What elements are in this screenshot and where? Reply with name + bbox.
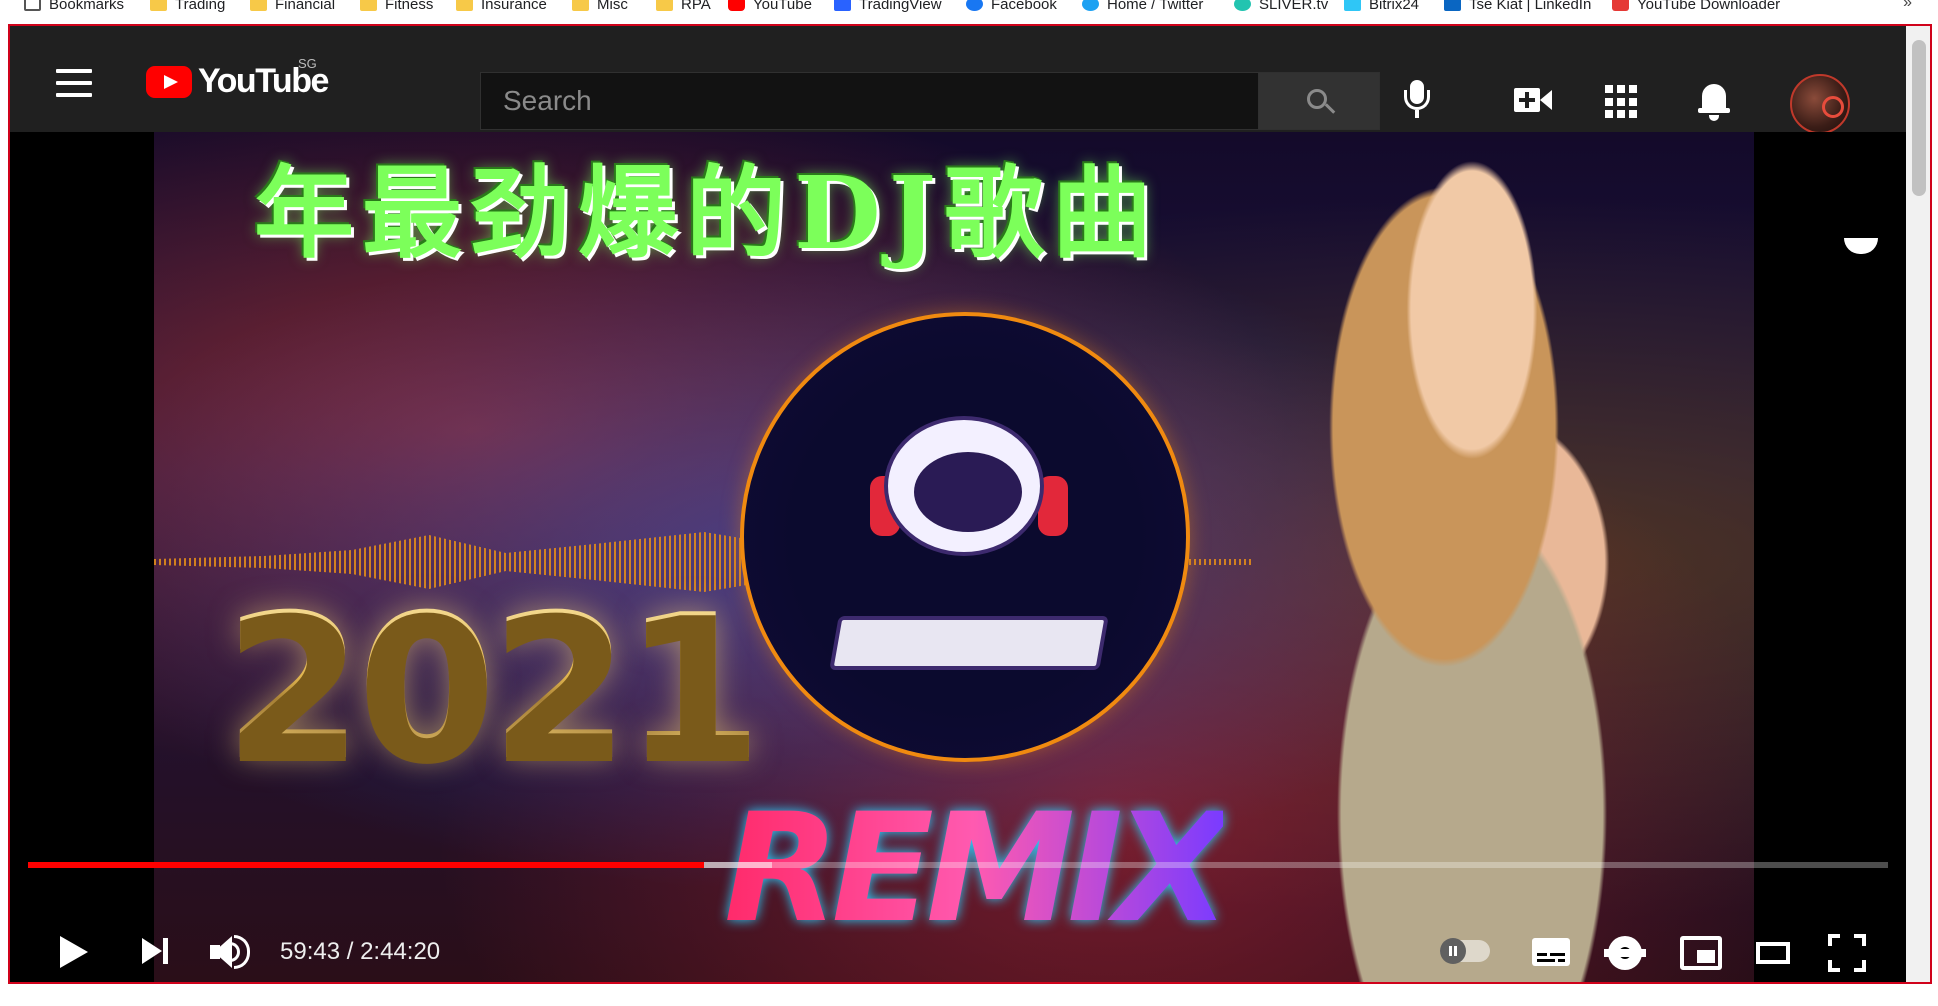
video-frame: 年最劲爆的DJ歌曲 2021 REMIX [154,132,1754,982]
info-icon[interactable] [1844,238,1878,254]
bookmark-label: Financial [275,0,336,13]
tradingview-icon [834,0,851,11]
avatar[interactable] [1790,74,1850,134]
bookmark-label: TradingView [859,0,942,13]
bookmark-trading[interactable]: Trading [150,0,225,14]
astronaut-dj-logo [740,312,1190,762]
turntable-deck [829,616,1109,670]
bookmarks-icon [24,0,41,11]
region-label: SG [298,56,317,71]
bookmark-fitness[interactable]: Fitness [360,0,433,14]
search-icon [1307,89,1327,109]
video-player[interactable]: 年最劲爆的DJ歌曲 2021 REMIX 59:43 / 2:44:20 [10,132,1906,982]
bookmark-bookmarks[interactable]: Bookmarks [24,0,124,14]
youtube-play-icon [146,65,192,98]
hamburger-menu-icon[interactable] [56,69,92,97]
bookmark-label: YouTube Downloader [1637,0,1781,13]
bookmark-bitrix[interactable]: Bitrix24 [1344,0,1419,14]
apps-grid-icon[interactable] [1600,80,1644,124]
bookmark-label: Misc [597,0,628,13]
time-separator: / [340,938,361,965]
folder-icon [572,0,589,11]
bookmark-label: RPA [681,0,711,13]
pause-icon [1440,938,1466,964]
progress-played [28,862,705,868]
bookmark-label: Fitness [385,0,434,13]
miniplayer-icon[interactable] [1680,936,1722,970]
bookmark-label: Home / Twitter [1107,0,1204,13]
search-box [480,72,1258,130]
search-button[interactable] [1258,72,1380,130]
bookmark-rpa[interactable]: RPA [656,0,711,14]
sliver-icon [1234,0,1251,11]
current-time: 59:43 [280,938,341,965]
bookmark-twitter[interactable]: Home / Twitter [1082,0,1203,14]
page-scrollbar[interactable] [1906,26,1930,982]
bookmark-label: SLIVER.tv [1259,0,1329,13]
bookmark-linkedin[interactable]: Tse Kiat | LinkedIn [1444,0,1591,14]
settings-gear-icon[interactable] [1604,936,1646,970]
folder-icon [360,0,377,11]
bookmark-label: Bitrix24 [1369,0,1420,13]
notifications-bell-icon[interactable] [1692,80,1736,124]
bookmarks-overflow-button[interactable]: » [1903,0,1912,12]
folder-icon [150,0,167,11]
download-icon [1612,0,1629,11]
bookmark-tradingview[interactable]: TradingView [834,0,942,14]
folder-icon [656,0,673,11]
bookmark-sliver[interactable]: SLIVER.tv [1234,0,1328,14]
year-overlay: 2021 [224,572,763,805]
bitrix-icon [1344,0,1361,11]
bookmark-misc[interactable]: Misc [572,0,628,14]
duration: 2:44:20 [360,938,441,965]
create-video-icon[interactable] [1510,80,1554,124]
youtube-icon [728,0,745,11]
bookmark-label: Trading [175,0,226,13]
youtube-header: YouTube SG [10,26,1906,134]
bookmark-label: Tse Kiat | LinkedIn [1469,0,1592,13]
remix-overlay: REMIX [724,782,1231,956]
dj-woman-figure [1164,132,1724,982]
bookmark-insurance[interactable]: Insurance [456,0,547,14]
folder-icon [250,0,267,11]
video-title-overlay: 年最劲爆的DJ歌曲 [254,154,1161,272]
progress-buffered [704,862,772,868]
time-display: 59:43 / 2:44:20 [280,938,440,966]
bookmark-facebook[interactable]: Facebook [966,0,1057,14]
twitter-icon [1082,0,1099,11]
bookmark-label: Facebook [991,0,1057,13]
youtube-logo[interactable]: YouTube SG [146,56,329,101]
astronaut-helmet [884,416,1044,556]
autoplay-toggle[interactable] [1440,938,1490,964]
facebook-icon [966,0,983,11]
linkedin-icon [1444,0,1461,11]
browser-viewport: YouTube SG 年最劲爆的DJ歌曲 2021 [8,24,1932,984]
bookmark-youtube[interactable]: YouTube [728,0,812,14]
fullscreen-icon[interactable] [1828,934,1866,972]
bookmarks-bar: Bookmarks Trading Financial Fitness Insu… [0,0,1938,20]
theater-mode-icon[interactable] [1756,942,1790,964]
bookmark-label: YouTube [753,0,812,13]
play-icon[interactable] [60,936,88,968]
subtitles-icon[interactable] [1532,938,1570,966]
bookmark-youtube-downloader[interactable]: YouTube Downloader [1612,0,1780,14]
progress-bar[interactable] [28,862,1888,868]
microphone-icon[interactable] [1395,80,1439,124]
folder-icon [456,0,473,11]
search-input[interactable] [481,73,1258,129]
scrollbar-thumb[interactable] [1912,40,1926,196]
bookmark-financial[interactable]: Financial [250,0,335,14]
bookmark-label: Bookmarks [49,0,125,13]
bookmark-label: Insurance [481,0,547,13]
